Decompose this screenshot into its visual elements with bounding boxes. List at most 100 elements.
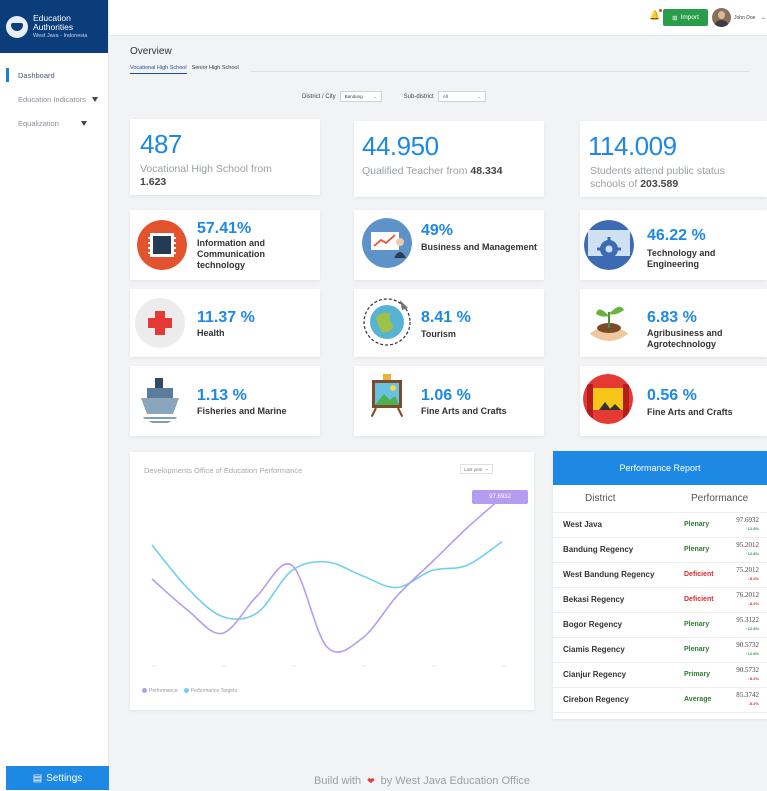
- tab-senior-high[interactable]: Senior High School: [192, 65, 239, 74]
- globe-icon: [363, 298, 411, 346]
- stat-card-schools: 487 Vocational High School from 1.623: [130, 119, 320, 195]
- sidebar-nav: Dashboard Education Indicators Equalizat…: [0, 63, 108, 135]
- category-percent: 8.41 %: [421, 309, 471, 326]
- sidebar-item-label: Dashboard: [18, 70, 55, 80]
- table-row[interactable]: Cianjur Regency Primary 90.5732 ↓8.2%: [553, 663, 767, 688]
- table-row[interactable]: Bogor Regency Plenary 95.3122 ↑12.8%: [553, 613, 767, 638]
- category-percent: 49%: [421, 222, 454, 239]
- stat-description: Vocational High School from 1.623: [140, 163, 272, 189]
- table-row[interactable]: West Bandung Regency Deficient 75.2012 ↓8.2…: [553, 563, 767, 588]
- trend-indicator: ↑12.8%: [745, 626, 759, 631]
- sidebar-item-equalization[interactable]: Equalization: [0, 111, 108, 135]
- import-button[interactable]: ⊞ Import: [663, 9, 708, 26]
- category-card: 46.22 % Technology and Engineering: [580, 210, 767, 280]
- performance-value: 85.3742: [736, 691, 759, 699]
- category-percent: 1.06 %: [421, 387, 471, 404]
- import-label: Import: [680, 14, 699, 21]
- avatar[interactable]: [712, 8, 731, 27]
- brand-title: Education Authorities: [33, 13, 74, 33]
- settings-button[interactable]: ▤ Settings: [6, 766, 109, 790]
- performance-value: 90.5732: [736, 666, 759, 674]
- category-card: 57.41% Information and Communication tec…: [130, 210, 320, 280]
- presentation-icon: [362, 218, 412, 268]
- trend-indicator: ↓8.2%: [747, 601, 759, 606]
- brand-subtitle: West Java - Indonesia: [33, 32, 88, 39]
- topbar: 🔔 ⊞ Import John Doe ⌄: [109, 0, 767, 36]
- category-label: Fine Arts and Crafts: [647, 407, 733, 417]
- table-row[interactable]: Ciamis Regency Plenary 90.5732 ↑12.8%: [553, 638, 767, 663]
- subdistrict-value: All: [442, 94, 448, 99]
- performance-value: 97.6932: [736, 516, 759, 524]
- sidebar-item-label: Education Indicators: [18, 94, 86, 104]
- chevron-down-icon[interactable]: ⌄: [761, 14, 766, 21]
- performance-value: 90.5732: [736, 641, 759, 649]
- category-percent: 57.41%: [197, 220, 252, 237]
- category-label: Technology and Engineering: [647, 248, 716, 269]
- ship-icon: [141, 378, 179, 423]
- brand[interactable]: Education Authorities West Java - Indone…: [0, 0, 108, 53]
- district-name: Ciamis Regency: [563, 645, 625, 654]
- stat-card-students: 114.009 Students attend public status sc…: [580, 121, 767, 197]
- sidebar-item-label: Equalization: [18, 118, 59, 128]
- tab-vocational[interactable]: Vocational High School: [130, 65, 187, 74]
- performance-chart-card: Developments Office of Education Perform…: [130, 452, 534, 710]
- footer: Build with ❤ by West Java Education Offi…: [314, 775, 530, 787]
- subdistrict-select[interactable]: All ⌄: [437, 91, 486, 102]
- caret-down-icon: [80, 120, 87, 126]
- bell-icon[interactable]: 🔔: [649, 9, 663, 21]
- category-label: Health: [197, 328, 225, 338]
- table-row[interactable]: Bandung Regency Plenary 95.2012 ↑12.8%: [553, 538, 767, 563]
- performance-value: 95.3122: [736, 616, 759, 624]
- category-card: 11.37 % Health: [130, 289, 320, 357]
- table-row[interactable]: West Java Plenary 97.6932 ↑12.8%: [553, 513, 767, 538]
- report-header: District Performance: [553, 485, 767, 513]
- school-tabs: Vocational High School Senior High Schoo…: [130, 65, 239, 74]
- gear-icon: [584, 220, 634, 270]
- seedling-icon: [590, 306, 628, 341]
- user-name[interactable]: John Doe: [734, 15, 755, 21]
- status-badge: Plenary: [684, 521, 710, 528]
- category-label: Agribusiness and Agrotechnology: [647, 328, 723, 349]
- district-name: Cirebon Regency: [563, 695, 629, 704]
- status-badge: Plenary: [684, 646, 710, 653]
- category-percent: 11.37 %: [197, 309, 255, 326]
- heart-icon: ❤: [367, 775, 375, 786]
- district-select[interactable]: Bandung ⌄: [339, 91, 382, 102]
- sidebar-item-education-indicators[interactable]: Education Indicators: [0, 87, 108, 111]
- subdistrict-label: Sub-district: [403, 93, 434, 100]
- status-badge: Plenary: [684, 546, 710, 553]
- table-row[interactable]: Bekasi Regency Deficient 76.2012 ↓8.2%: [553, 588, 767, 613]
- category-card: 1.13 % Fisheries and Marine: [130, 366, 320, 436]
- page-title: Overview: [130, 46, 172, 57]
- table-row[interactable]: Cirebon Regency Average 85.3742 ↓8.2%: [553, 688, 767, 713]
- district-name: Bandung Regency: [563, 545, 634, 554]
- category-percent: 0.56 %: [647, 387, 697, 404]
- category-label: Fine Arts and Crafts: [421, 406, 507, 416]
- status-badge: Deficient: [684, 596, 714, 603]
- chevron-down-icon: ⌄: [372, 93, 377, 99]
- trend-indicator: ↑12.8%: [745, 651, 759, 656]
- divider: [250, 71, 750, 72]
- chart-legend: Performance Performance Targets: [142, 688, 237, 694]
- caret-down-icon: [91, 96, 98, 102]
- district-name: Bogor Regency: [563, 620, 623, 629]
- status-badge: Average: [684, 696, 712, 703]
- category-card: 8.41 % Tourism: [354, 289, 544, 357]
- stat-value: 114.009: [588, 131, 677, 161]
- legend-item-targets[interactable]: Performance Targets: [183, 688, 237, 694]
- medical-cross-icon: [135, 298, 185, 348]
- category-card: 6.83 % Agribusiness and Agrotechnology: [580, 289, 767, 357]
- chevron-down-icon: ⌄: [476, 93, 481, 99]
- trend-indicator: ↓8.2%: [747, 676, 759, 681]
- easel-icon: [369, 374, 405, 421]
- category-percent: 46.22 %: [647, 227, 706, 244]
- footer-prefix: Build with: [314, 775, 362, 787]
- legend-item-performance[interactable]: Performance: [142, 688, 178, 694]
- category-label: Business and Management: [421, 242, 538, 252]
- sidebar-item-dashboard[interactable]: Dashboard: [0, 63, 108, 87]
- trend-indicator: ↓8.2%: [747, 576, 759, 581]
- settings-label: Settings: [46, 772, 83, 784]
- stat-card-teachers: 44.950 Qualified Teacher from 48.334: [354, 121, 544, 197]
- status-badge: Deficient: [684, 571, 714, 578]
- performance-value: 76.2012: [736, 591, 759, 599]
